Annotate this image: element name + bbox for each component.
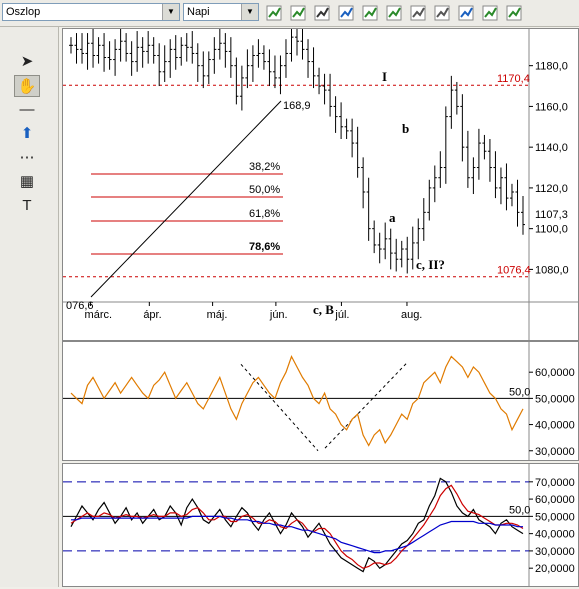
- chart-type-select[interactable]: Oszlop ▼: [2, 3, 180, 21]
- rsi-chart: 60,0000 50,0000 40,0000 30,0000 50,0: [63, 342, 575, 460]
- price-chart-pane[interactable]: 1180,0 1160,0 1140,0 1120,0 1100,0 1080,0 1107…: [62, 24, 579, 341]
- month-label: máj.: [207, 309, 228, 321]
- chart-edit-icon[interactable]: [361, 4, 379, 22]
- osc-tick-label: 40,0000: [535, 529, 575, 541]
- text-icon[interactable]: T: [14, 195, 40, 217]
- toolbar: Oszlop ▼ Napi ▼: [0, 0, 579, 27]
- month-label: ápr.: [143, 309, 161, 321]
- wave-label-cB: c, B: [313, 302, 334, 317]
- refresh-blue-icon[interactable]: [457, 4, 475, 22]
- zoom-icon[interactable]: [481, 4, 499, 22]
- chart-pen-icon[interactable]: [385, 4, 403, 22]
- period-value: Napi: [187, 6, 210, 18]
- refresh-green-icon[interactable]: [289, 4, 307, 22]
- trend-peak-label: 168,9: [283, 100, 311, 112]
- osc-tick-label: 70,0000: [535, 477, 575, 489]
- arrow-up-icon[interactable]: ⬆: [14, 123, 40, 145]
- calculator-icon[interactable]: ▦: [14, 171, 40, 193]
- osc-tick-label: 30,0000: [535, 446, 575, 458]
- level-50-label: 50,0: [509, 504, 530, 516]
- price-chart: 1180,0 1160,0 1140,0 1120,0 1100,0 1080,0 1107…: [63, 24, 578, 340]
- chevron-down-icon: ▼: [241, 4, 258, 20]
- chart-type-value: Oszlop: [6, 6, 41, 18]
- osc-tick-label: 60,0000: [535, 367, 575, 379]
- month-label: jún.: [269, 309, 288, 321]
- pointer-icon[interactable]: ➤: [14, 51, 40, 73]
- osc-series-line: [70, 354, 524, 447]
- osc-tick-label: 50,0000: [535, 511, 575, 523]
- fib-label: 78,6%: [249, 241, 280, 253]
- osc-series-line: [70, 484, 524, 569]
- dotted-lines-icon[interactable]: ⋯: [14, 147, 40, 169]
- level-label: 1076,4: [497, 265, 531, 277]
- osc-tick-label: 40,0000: [535, 420, 575, 432]
- fib-label: 50,0%: [249, 184, 280, 196]
- wave-label-I: I: [382, 69, 387, 84]
- wave-label-cII: c, II?: [416, 257, 445, 272]
- fib-label: 38,2%: [249, 161, 280, 173]
- hand-icon[interactable]: ✋: [14, 75, 40, 97]
- rsi-trendline-down: [240, 364, 319, 452]
- line-icon[interactable]: —: [14, 99, 40, 121]
- last-price-label: 1107,3: [535, 209, 568, 221]
- month-label: júl.: [334, 309, 349, 321]
- fib-label: 61,8%: [249, 208, 280, 220]
- chevron-down-icon: ▼: [162, 4, 179, 20]
- price-tick-label: 1140,0: [535, 142, 568, 154]
- month-label: aug.: [401, 309, 422, 321]
- osc-tick-label: 20,0000: [535, 563, 575, 575]
- wave-label-b: b: [402, 121, 409, 136]
- price-tick-label: 1120,0: [535, 183, 568, 195]
- printer-icon[interactable]: [433, 4, 451, 22]
- crosshair-icon[interactable]: [313, 4, 331, 22]
- level-50-label: 50,0: [509, 386, 530, 398]
- stochastic-chart-pane[interactable]: 70,0000 60,0000 50,0000 40,0000 30,0000 20,00…: [62, 463, 579, 587]
- drawing-tools-sidebar: ➤ ✋ — ⬆ ⋯ ▦ T: [0, 27, 59, 587]
- price-tick-label: 1080,0: [535, 264, 569, 276]
- rsi-trendline-up: [324, 361, 409, 449]
- dollar-icon[interactable]: [265, 4, 283, 22]
- osc-series-line: [71, 515, 523, 554]
- level-label: 1170,4: [497, 73, 530, 85]
- rsi-chart-pane[interactable]: 60,0000 50,0000 40,0000 30,0000 50,0: [62, 341, 579, 461]
- price-tick-label: 1100,0: [535, 224, 568, 236]
- download-icon[interactable]: [505, 4, 523, 22]
- chart-line-icon[interactable]: [409, 4, 427, 22]
- stochastic-chart: 70,0000 60,0000 50,0000 40,0000 30,0000 20,00…: [63, 464, 575, 586]
- osc-tick-label: 50,0000: [535, 393, 575, 405]
- trend-line: [90, 100, 282, 298]
- price-tick-label: 1180,0: [535, 61, 568, 73]
- wave-label-a: a: [389, 210, 396, 225]
- osc-tick-label: 60,0000: [535, 494, 575, 506]
- price-tick-label: 1160,0: [535, 101, 568, 113]
- osc-tick-label: 30,0000: [535, 546, 575, 558]
- trend-up-icon[interactable]: [337, 4, 355, 22]
- trend-start-label: 076,6: [66, 300, 94, 312]
- period-select[interactable]: Napi ▼: [183, 3, 259, 21]
